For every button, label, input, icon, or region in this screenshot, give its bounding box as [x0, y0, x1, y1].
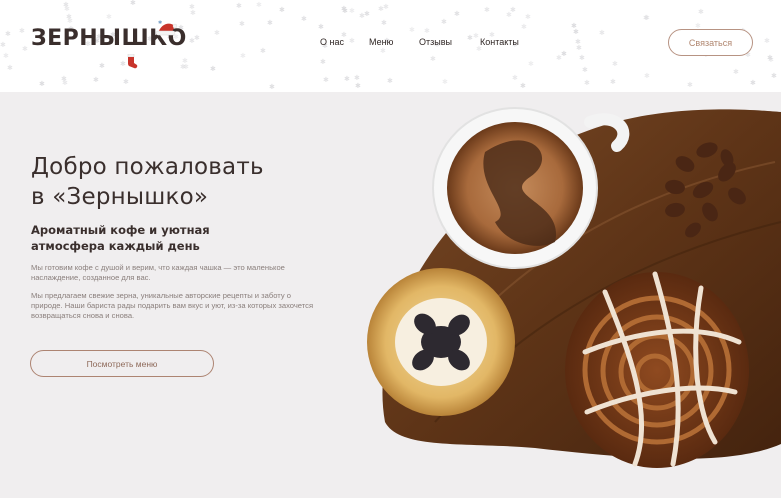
snowflake-icon: ✱ — [240, 52, 246, 60]
snowflake-icon: ✱ — [381, 19, 387, 27]
snowflake-icon: ✱ — [644, 72, 650, 80]
snowflake-icon: ✱ — [573, 28, 579, 36]
snowflake-icon: ✱ — [359, 12, 365, 20]
snowflake-icon: ✱ — [579, 54, 585, 62]
nav-item-reviews[interactable]: Отзывы — [419, 37, 452, 47]
snowflake-icon: ✱ — [344, 75, 350, 83]
snowflake-icon: ✱ — [123, 78, 129, 86]
snowflake-icon: ✱ — [256, 1, 262, 9]
snowflake-icon: ✱ — [473, 32, 479, 40]
snowflake-icon: ✱ — [239, 20, 245, 28]
snowflake-icon: ✱ — [210, 65, 216, 73]
snowflake-icon: ✱ — [424, 27, 430, 35]
snowflake-icon: ✱ — [267, 19, 273, 27]
hero-subtitle: Ароматный кофе и уютная атмосфера каждый… — [31, 223, 210, 253]
snowflake-icon: ✱ — [576, 44, 582, 52]
snowflake-icon: ✱ — [521, 23, 527, 31]
snowflake-icon: ✱ — [409, 26, 415, 34]
snowflake-icon: ✱ — [643, 14, 649, 22]
snowflake-icon: ✱ — [260, 47, 266, 55]
snowflake-icon: ✱ — [214, 29, 220, 37]
snowflake-icon: ✱ — [19, 27, 25, 35]
snowflake-icon: ✱ — [467, 34, 473, 42]
snowflake-icon: ✱ — [512, 74, 518, 82]
snowflake-icon: ✱ — [525, 13, 531, 21]
snowflake-icon: ✱ — [320, 58, 326, 66]
snowflake-icon: ✱ — [584, 79, 590, 87]
snowflake-icon: ✱ — [190, 9, 196, 17]
hero-text-block: Добро пожаловать в «Зернышко» Ароматный … — [31, 152, 331, 321]
hero-title: Добро пожаловать в «Зернышко» — [31, 152, 331, 212]
snowflake-icon: ✱ — [387, 77, 393, 85]
christmas-stocking-icon — [127, 54, 138, 69]
snowflake-icon: ✱ — [341, 5, 347, 13]
snowflake-icon: ✱ — [441, 18, 447, 26]
santa-hat-icon: ✱ — [155, 20, 178, 36]
svg-text:✱: ✱ — [158, 20, 163, 26]
snowflake-icon: ✱ — [318, 23, 324, 31]
snowflake-icon: ✱ — [0, 41, 6, 49]
snowflake-icon: ✱ — [380, 47, 386, 55]
hero-paragraph-1: Мы готовим кофе с душой и верим, что каж… — [31, 263, 285, 282]
snowflake-icon: ✱ — [93, 76, 99, 84]
snowflake-icon: ✱ — [22, 45, 28, 53]
snowflake-icon: ✱ — [349, 37, 355, 45]
snowflake-icon: ✱ — [355, 82, 361, 90]
hero-paragraph-2: Мы предлагаем свежие зерна, уникальные а… — [31, 291, 314, 320]
snowflake-icon: ✱ — [506, 11, 512, 19]
hero-section: Добро пожаловать в «Зернышко» Ароматный … — [0, 92, 781, 498]
nav-item-contacts[interactable]: Контакты — [480, 37, 519, 47]
snowflake-icon: ✱ — [768, 56, 774, 64]
snowflake-icon: ✱ — [279, 6, 285, 14]
snowflake-icon: ✱ — [764, 37, 770, 45]
snowflake-icon: ✱ — [454, 10, 460, 18]
snowflake-icon: ✱ — [582, 66, 588, 74]
snowflake-icon: ✱ — [39, 80, 45, 88]
snowflake-icon: ✱ — [599, 29, 605, 37]
snowflake-icon: ✱ — [5, 30, 11, 38]
site-header: ✱ ✱ ✱ ✱ ✱ ✱ ✱ ✱ ✱ ✱ ✱ ✱ ✱ ✱ ✱ ✱ ✱ ✱ ✱ ✱ ✱ ✱ ✱ ✱ ✱ ✱ ✱ ✱ ✱ ✱ ✱ ✱ ✱ ✱ ✱ ✱ ✱ ✱ ✱ ✱… — [0, 0, 781, 92]
snowflake-icon: ✱ — [430, 55, 436, 63]
snowflake-icon: ✱ — [236, 2, 242, 10]
snowflake-icon: ✱ — [64, 5, 70, 13]
snowflake-icon: ✱ — [750, 79, 756, 87]
snowflake-icon: ✱ — [3, 52, 9, 60]
snowflake-icon: ✱ — [349, 7, 355, 15]
contact-button[interactable]: Связаться — [668, 29, 753, 56]
snowflake-icon: ✱ — [194, 34, 200, 42]
brand-logo[interactable]: ЗЕРНЫШКО ✱ — [31, 20, 186, 72]
hero-title-line-2: в «Зернышко» — [31, 184, 209, 210]
nav-item-menu[interactable]: Меню — [369, 37, 393, 47]
snowflake-icon: ✱ — [520, 82, 526, 90]
snowflake-icon: ✱ — [610, 78, 616, 86]
snowflake-icon: ✱ — [484, 6, 490, 14]
snowflake-icon: ✱ — [62, 79, 68, 87]
snowflake-icon: ✱ — [476, 45, 482, 53]
snowflake-icon: ✱ — [771, 72, 777, 80]
snowflake-icon: ✱ — [698, 8, 704, 16]
snowflake-icon: ✱ — [612, 60, 618, 68]
snowflake-icon: ✱ — [733, 68, 739, 76]
snowflake-icon: ✱ — [269, 83, 275, 91]
hero-title-line-1: Добро пожаловать — [31, 154, 264, 180]
view-menu-button[interactable]: Посмотреть меню — [30, 350, 214, 377]
snowflake-icon: ✱ — [7, 64, 13, 72]
nav-item-about[interactable]: О нас — [320, 37, 344, 47]
snowflake-icon: ✱ — [442, 78, 448, 86]
snowflake-icon: ✱ — [130, 0, 136, 7]
snowflake-icon: ✱ — [378, 5, 384, 13]
snowflake-icon: ✱ — [354, 74, 360, 82]
hero-image — [367, 107, 781, 468]
snowflake-icon: ✱ — [301, 15, 307, 23]
snowflake-icon: ✱ — [561, 50, 567, 58]
snowflake-icon: ✱ — [323, 76, 329, 84]
snowflake-icon: ✱ — [687, 81, 693, 89]
snowflake-icon: ✱ — [528, 60, 534, 68]
